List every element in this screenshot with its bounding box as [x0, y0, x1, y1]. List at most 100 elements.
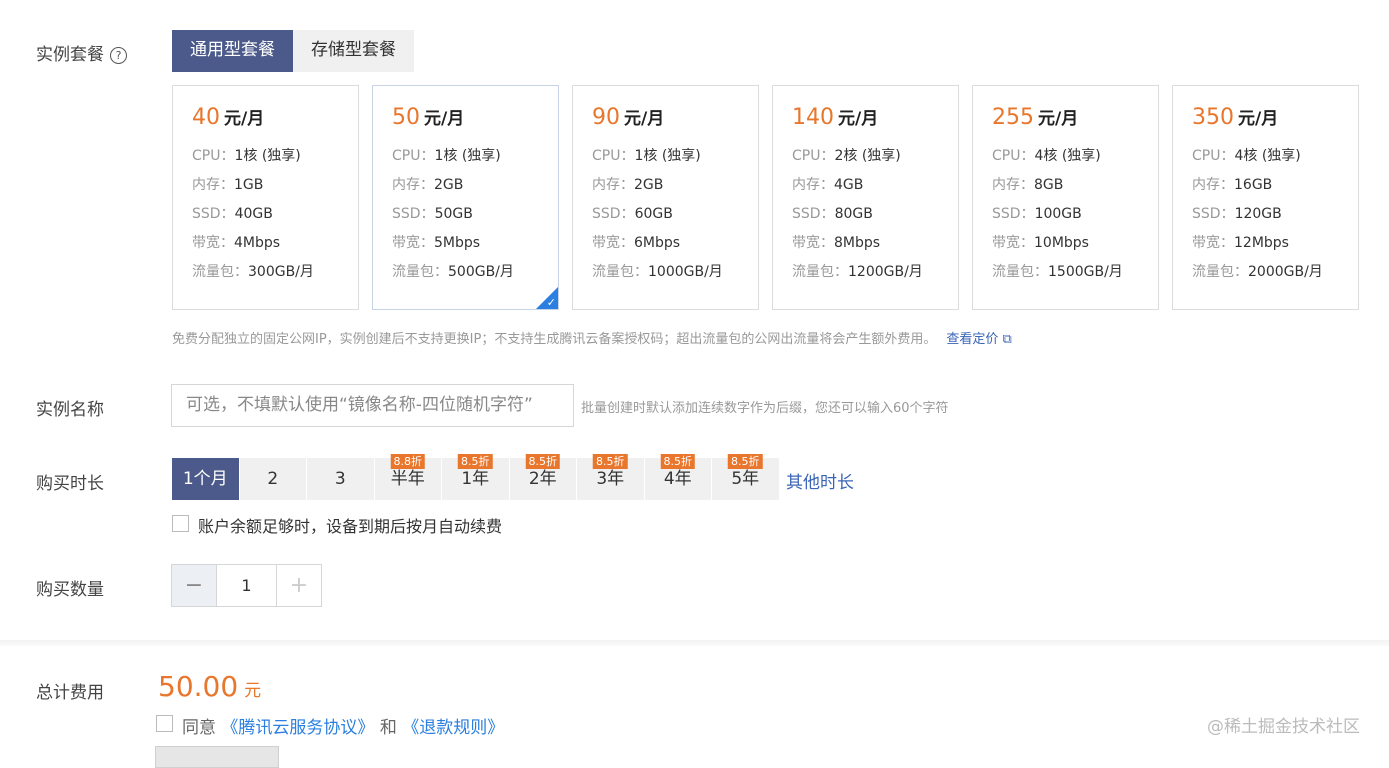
duration-option-label: 2	[267, 469, 279, 489]
discount-badge: 8.5折	[660, 454, 695, 469]
package-label-text: 实例套餐	[36, 45, 104, 65]
duration-label: 购买时长	[36, 474, 104, 494]
agree-checkbox[interactable]	[156, 715, 173, 732]
plan-spec-traffic: 流量包：500GB/月	[392, 261, 558, 281]
plan-spec-traffic: 流量包：2000GB/月	[1192, 261, 1358, 281]
duration-option[interactable]: 4年 8.5折	[644, 454, 712, 500]
plan-spec-value: 4Mbps	[234, 235, 281, 251]
total-label: 总计费用	[36, 683, 104, 703]
plan-price-row: 350 元/月	[1192, 104, 1358, 130]
refund-rules-link[interactable]: 《退款规则》	[402, 718, 504, 738]
auto-renew-checkbox[interactable]	[172, 515, 189, 532]
plan-spec-value: 500GB/月	[448, 264, 514, 280]
agree-prefix: 同意	[182, 718, 216, 738]
duration-option[interactable]: 1个月	[172, 458, 240, 500]
plan-card[interactable]: 90 元/月 CPU：1核 (独享) 内存：2GB SSD：60GB 带宽：6Mbps 流量…	[572, 85, 759, 310]
plan-price: 40	[192, 105, 220, 130]
duration-option-label: 1年	[461, 469, 490, 489]
plan-spec-bw: 带宽：12Mbps	[1192, 232, 1358, 252]
plan-spec-label: 流量包：	[992, 264, 1048, 280]
plan-spec-label: 流量包：	[592, 264, 648, 280]
plan-spec-label: SSD：	[992, 206, 1035, 222]
plan-spec-value: 50GB	[434, 206, 473, 222]
buy-button[interactable]	[155, 746, 279, 768]
duration-option-label: 2年	[528, 469, 557, 489]
plan-price: 350	[1192, 105, 1234, 130]
duration-option[interactable]: 2	[239, 458, 307, 500]
duration-option[interactable]: 3年 8.5折	[577, 454, 645, 500]
plan-spec-label: SSD：	[792, 206, 835, 222]
discount-badge: 8.8折	[390, 454, 425, 469]
quantity-value[interactable]: 1	[217, 565, 276, 606]
plan-card[interactable]: 255 元/月 CPU：4核 (独享) 内存：8GB SSD：100GB 带宽：10Mbp…	[972, 85, 1159, 310]
plan-price-row: 255 元/月	[992, 104, 1158, 130]
pricing-link-text[interactable]: 查看定价	[946, 332, 998, 347]
pricing-link[interactable]: 查看定价 ⧉	[946, 332, 1011, 347]
plan-spec-label: SSD：	[592, 206, 635, 222]
package-note: 免费分配独立的固定公网IP，实例创建后不支持更换IP；不支持生成腾讯云备案授权码…	[172, 328, 1012, 347]
plan-spec-traffic: 流量包：1200GB/月	[792, 261, 958, 281]
quantity-plus-button[interactable]: +	[276, 565, 321, 606]
help-icon[interactable]: ?	[110, 47, 127, 64]
section-divider	[0, 640, 1389, 646]
plan-spec-value: 1核 (独享)	[634, 148, 701, 164]
plan-spec-value: 1核 (独享)	[434, 148, 501, 164]
duration-option[interactable]: 5年 8.5折	[712, 454, 780, 500]
plan-card[interactable]: 350 元/月 CPU：4核 (独享) 内存：16GB SSD：120GB 带宽：12Mb…	[1172, 85, 1359, 310]
plan-card[interactable]: 40 元/月 CPU：1核 (独享) 内存：1GB SSD：40GB 带宽：4Mbps 流量…	[172, 85, 359, 310]
plan-price-unit: 元/月	[424, 109, 465, 129]
check-icon: ✓	[546, 296, 556, 309]
plan-spec-ssd: SSD：120GB	[1192, 203, 1358, 223]
agree-and: 和	[379, 718, 397, 738]
plan-price-row: 140 元/月	[792, 104, 958, 130]
plan-spec-label: CPU：	[592, 148, 635, 164]
plan-card[interactable]: 50 元/月 CPU：1核 (独享) 内存：2GB SSD：50GB 带宽：5Mbps 流量…	[372, 85, 559, 310]
duration-option[interactable]: 2年 8.5折	[509, 454, 577, 500]
auto-renew-label: 账户余额足够时，设备到期后按月自动续费	[198, 517, 503, 536]
external-link-icon: ⧉	[1002, 332, 1012, 347]
instance-name-input[interactable]: 可选，不填默认使用“镜像名称-四位随机字符”	[171, 384, 574, 427]
other-duration-link[interactable]: 其他时长	[786, 468, 854, 493]
plan-spec-mem: 内存：8GB	[992, 174, 1158, 194]
plan-spec-value: 1GB	[234, 177, 264, 193]
duration-option-label: 3	[334, 469, 346, 489]
plan-spec-label: 带宽：	[1192, 235, 1234, 251]
plan-price-unit: 元/月	[624, 109, 665, 129]
duration-option-label: 半年	[390, 469, 425, 489]
plan-spec-traffic: 流量包：1500GB/月	[992, 261, 1158, 281]
plan-card[interactable]: 140 元/月 CPU：2核 (独享) 内存：4GB SSD：80GB 带宽：8Mbps 流…	[772, 85, 959, 310]
plan-spec-label: 带宽：	[992, 235, 1034, 251]
duration-option[interactable]: 1年 8.5折	[442, 454, 510, 500]
plan-list: 40 元/月 CPU：1核 (独享) 内存：1GB SSD：40GB 带宽：4Mbps 流量…	[172, 85, 1359, 310]
plan-price-row: 90 元/月	[592, 104, 758, 130]
plan-spec-bw: 带宽：4Mbps	[192, 232, 358, 252]
plan-spec-value: 120GB	[1234, 206, 1282, 222]
plan-spec-label: SSD：	[392, 206, 435, 222]
plan-price-row: 40 元/月	[192, 104, 358, 130]
plan-spec-label: 流量包：	[192, 264, 248, 280]
quantity-label: 购买数量	[36, 580, 104, 600]
plan-price: 50	[392, 105, 420, 130]
plan-spec-bw: 带宽：5Mbps	[392, 232, 558, 252]
total-unit: 元	[244, 681, 262, 701]
instance-name-label: 实例名称	[36, 400, 104, 420]
plan-spec-value: 4GB	[834, 177, 864, 193]
duration-option-label: 4年	[663, 469, 692, 489]
service-agreement-link[interactable]: 《腾讯云服务协议》	[221, 718, 374, 738]
quantity-minus-button[interactable]: −	[172, 565, 217, 606]
tab-general[interactable]: 通用型套餐	[172, 30, 293, 72]
duration-option-label: 1个月	[182, 469, 228, 489]
plan-spec-ssd: SSD：50GB	[392, 203, 558, 223]
duration-option[interactable]: 3	[307, 458, 375, 500]
plan-spec-label: 内存：	[992, 177, 1034, 193]
plan-spec-bw: 带宽：8Mbps	[792, 232, 958, 252]
plan-spec-ssd: SSD：80GB	[792, 203, 958, 223]
duration-option[interactable]: 半年 8.8折	[374, 454, 442, 500]
discount-badge: 8.5折	[525, 454, 560, 469]
plan-spec-label: CPU：	[792, 148, 835, 164]
plan-price: 140	[792, 105, 834, 130]
plan-spec-value: 8GB	[1034, 177, 1064, 193]
tab-storage[interactable]: 存储型套餐	[293, 30, 414, 72]
plan-spec-value: 4核 (独享)	[1234, 148, 1301, 164]
package-label: 实例套餐?	[36, 40, 127, 65]
